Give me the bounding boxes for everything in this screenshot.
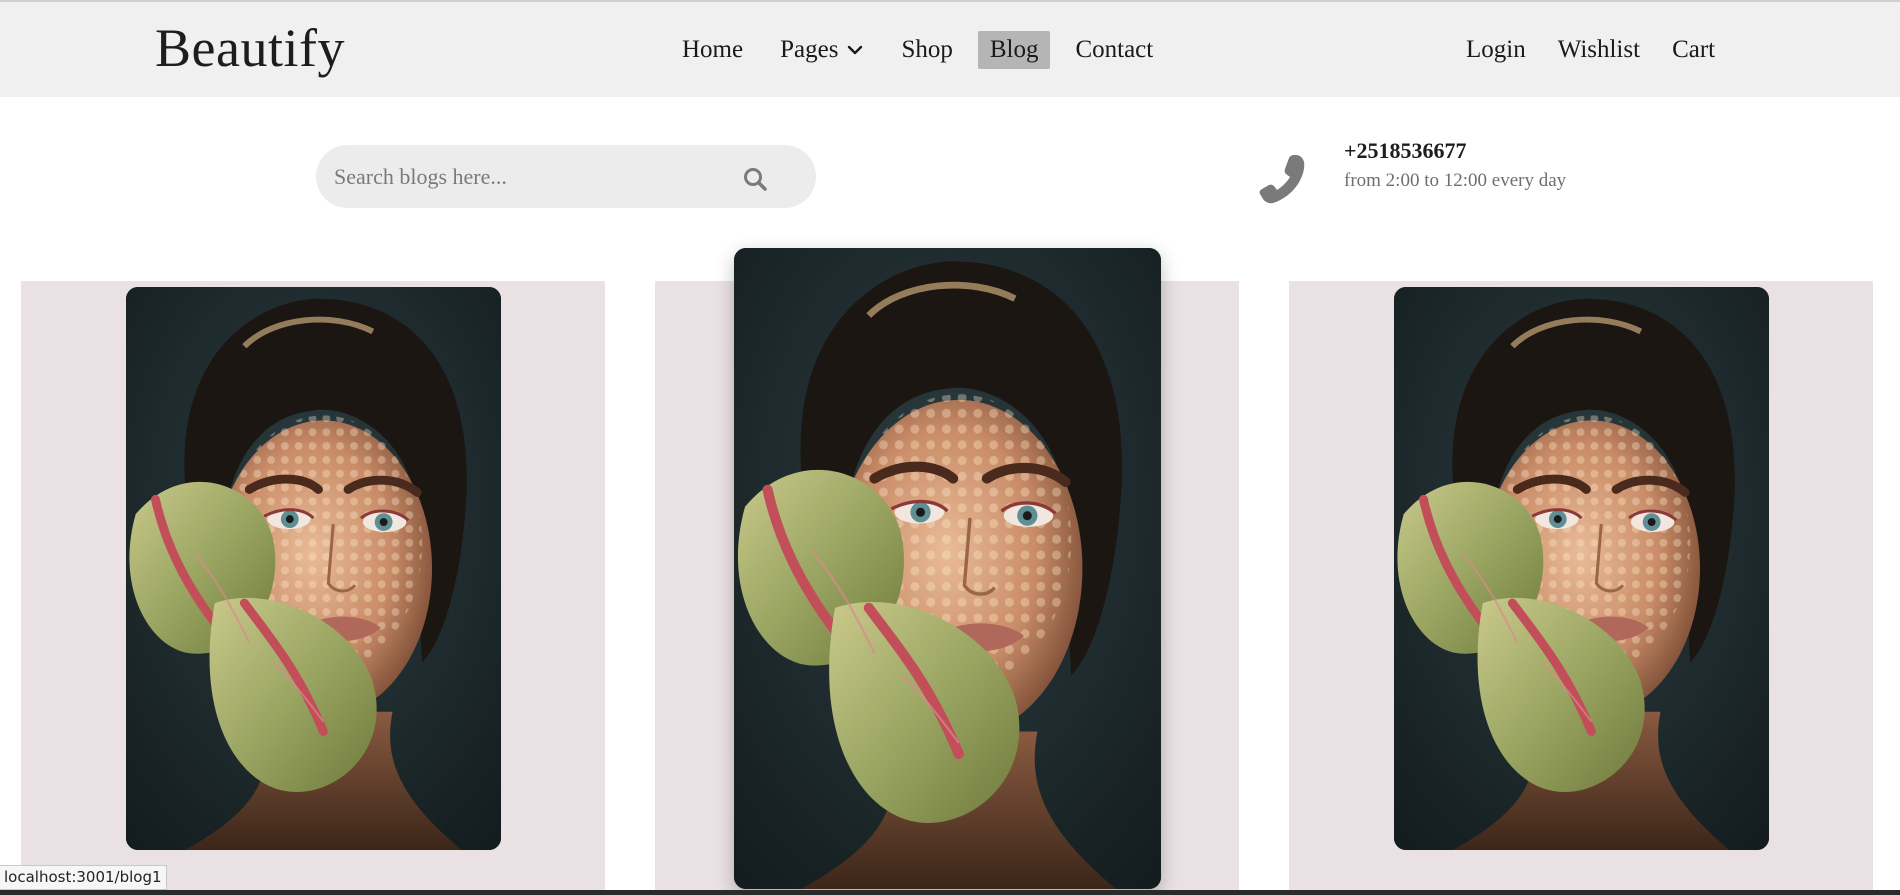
main-navigation: Home Pages Shop Blog Contact bbox=[670, 30, 1178, 70]
nav-contact-label: Contact bbox=[1075, 36, 1154, 63]
brand-logo[interactable]: Beautify bbox=[155, 16, 345, 80]
chevron-down-icon bbox=[848, 45, 863, 55]
nav-wishlist-label: Wishlist bbox=[1557, 36, 1641, 63]
blog-card-image[interactable] bbox=[1394, 287, 1769, 850]
nav-pages-label: Pages bbox=[780, 36, 839, 63]
nav-login-label: Login bbox=[1466, 36, 1526, 63]
nav-home[interactable]: Home bbox=[670, 31, 755, 69]
blog-card-image-hovered[interactable] bbox=[734, 248, 1161, 889]
search-icon[interactable] bbox=[740, 164, 772, 194]
nav-wishlist[interactable]: Wishlist bbox=[1558, 31, 1640, 69]
nav-home-label: Home bbox=[682, 36, 744, 63]
nav-cart-label: Cart bbox=[1672, 36, 1716, 63]
contact-phone-number[interactable]: +2518536677 bbox=[1344, 138, 1467, 164]
nav-shop-label: Shop bbox=[901, 36, 953, 63]
nav-contact[interactable]: Contact bbox=[1063, 31, 1165, 69]
nav-login[interactable]: Login bbox=[1466, 31, 1526, 69]
blog-search-input[interactable] bbox=[334, 157, 734, 197]
navbar: Beautify Home Pages Shop Blog Contact Lo… bbox=[0, 2, 1900, 97]
nav-blog-label: Blog bbox=[989, 36, 1039, 63]
blog-card-image[interactable] bbox=[126, 287, 501, 850]
status-bar-url: localhost:3001/blog1 bbox=[0, 865, 167, 890]
contact-hours: from 2:00 to 12:00 every day bbox=[1344, 170, 1567, 191]
bottom-edge bbox=[0, 890, 1900, 895]
account-navigation: Login Wishlist Cart bbox=[1466, 30, 1747, 70]
nav-blog[interactable]: Blog bbox=[977, 31, 1051, 69]
nav-cart[interactable]: Cart bbox=[1672, 31, 1715, 69]
nav-shop[interactable]: Shop bbox=[889, 31, 964, 69]
phone-icon bbox=[1259, 155, 1305, 204]
nav-pages-dropdown[interactable]: Pages bbox=[768, 31, 876, 69]
